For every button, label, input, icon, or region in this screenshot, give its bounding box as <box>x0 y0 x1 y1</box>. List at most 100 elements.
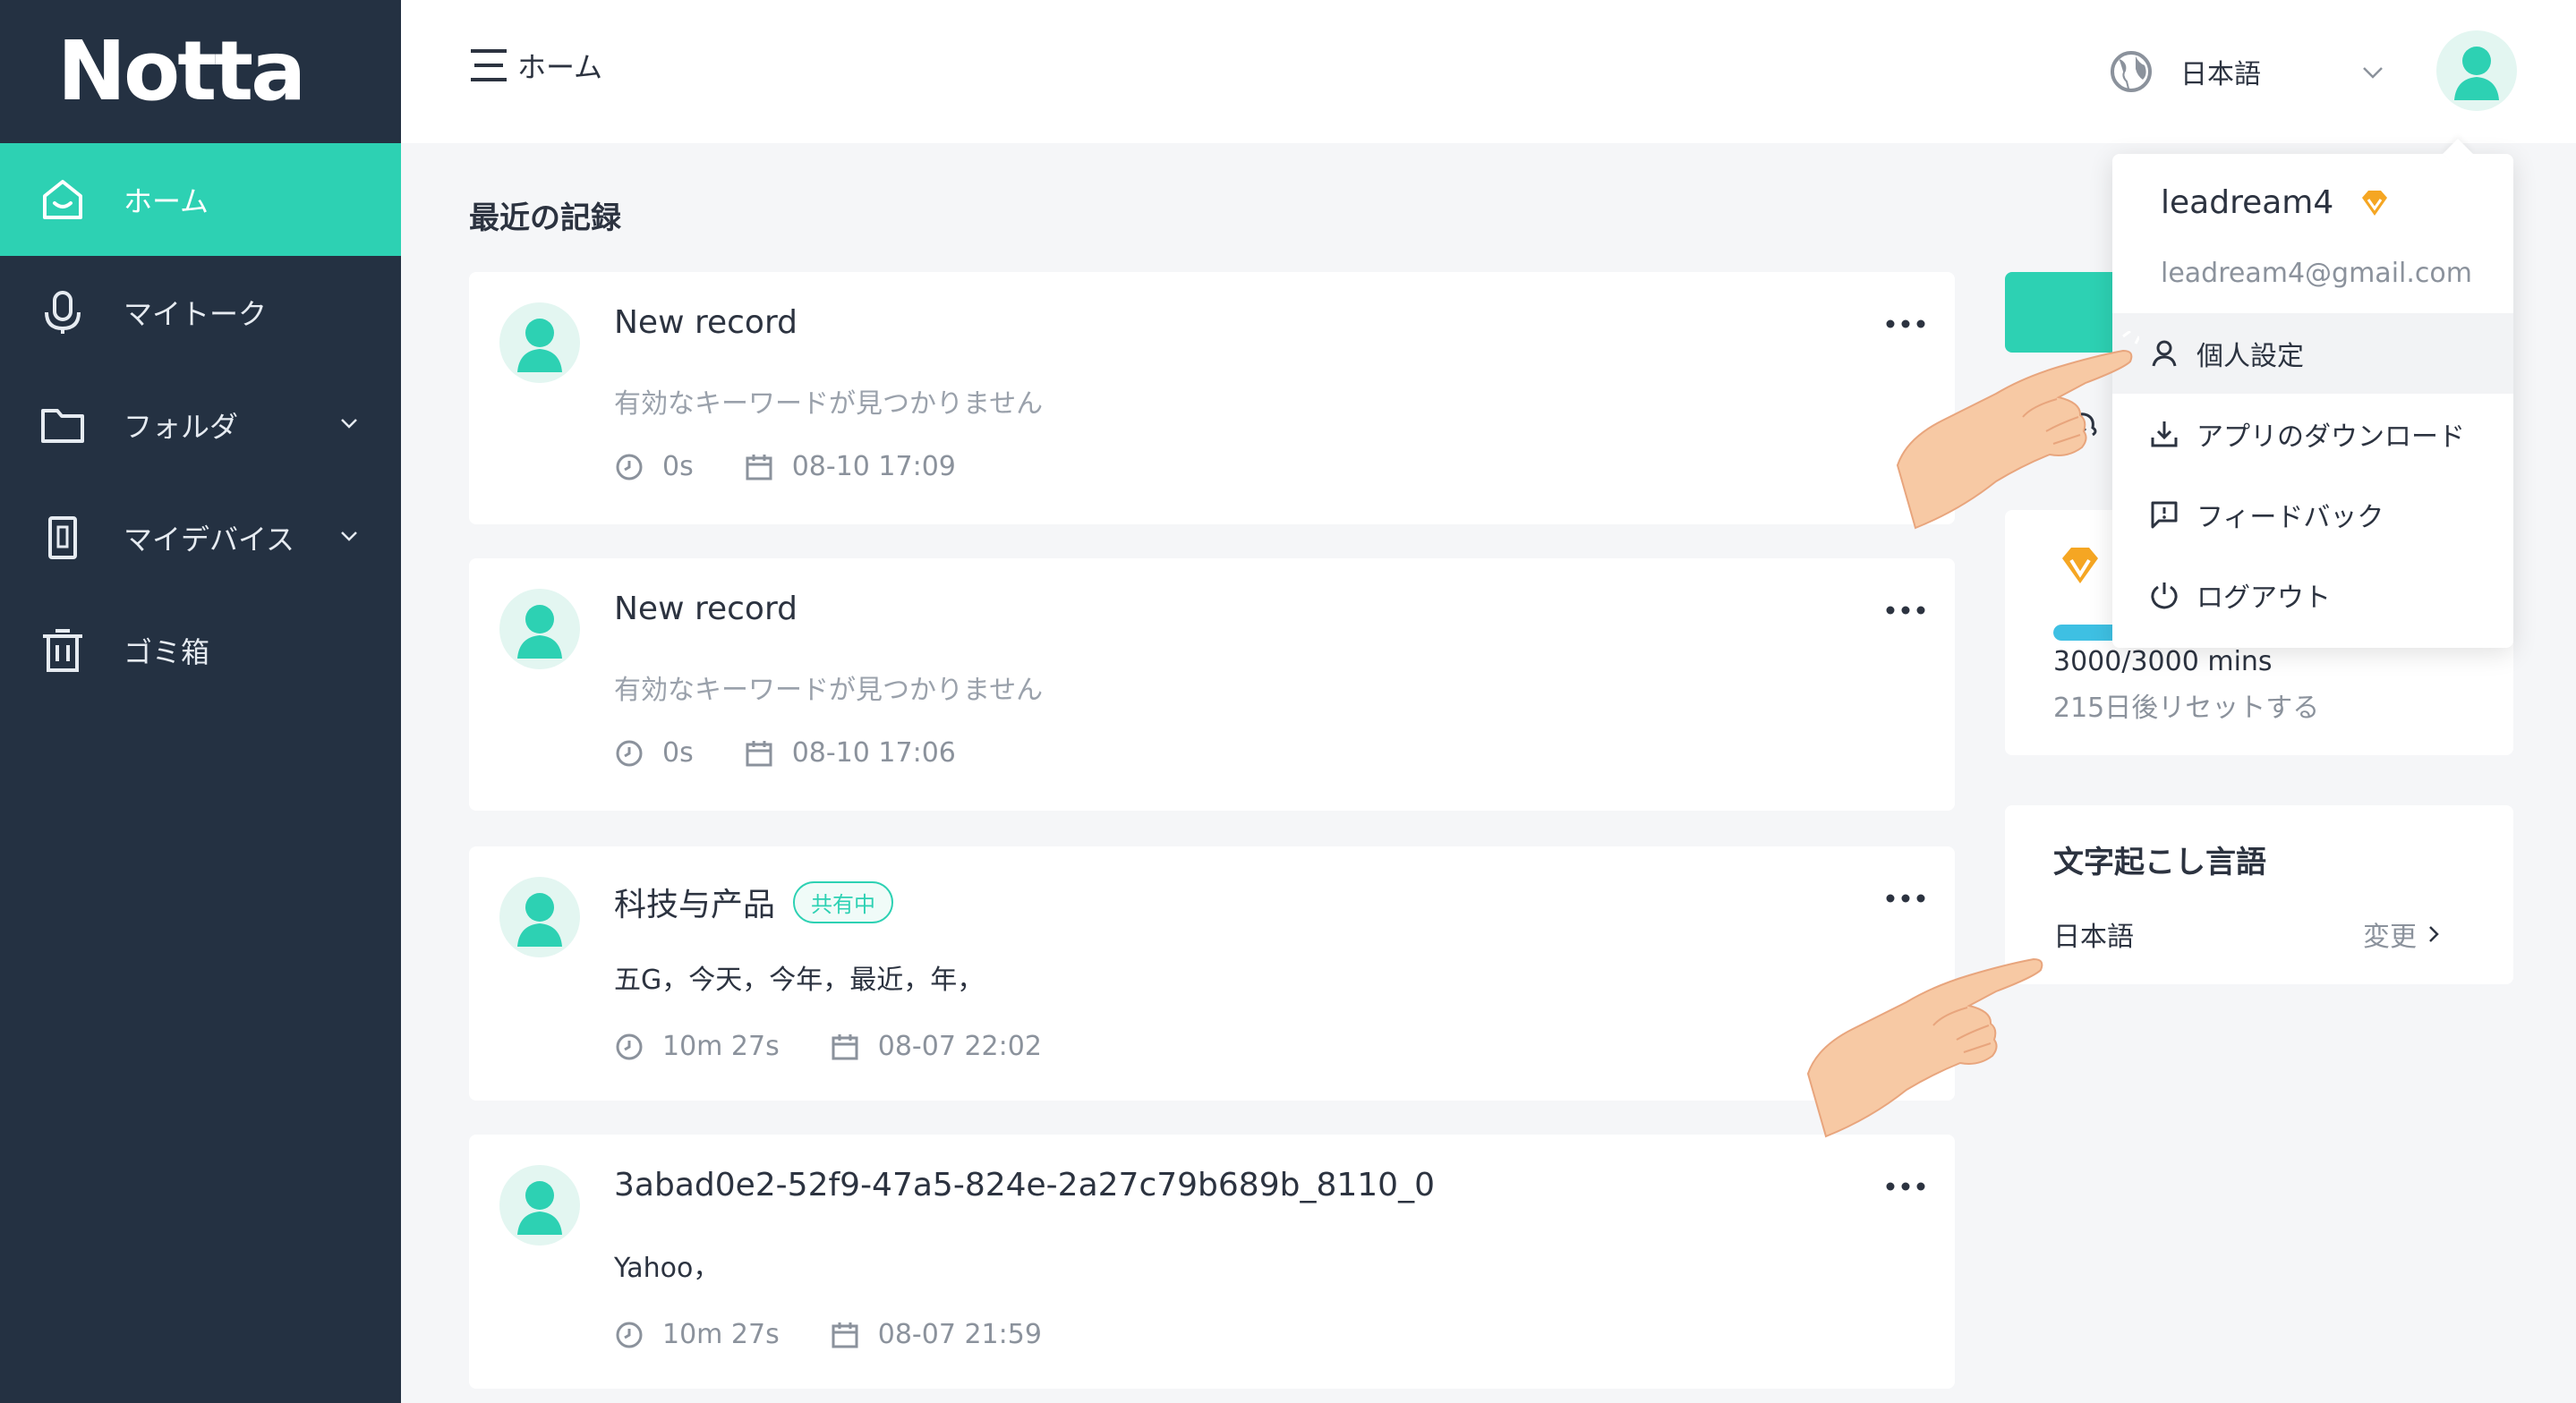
record-meta: 10m 27s 08-07 22:02 <box>614 1031 1042 1062</box>
menu-item-logout[interactable]: ログアウト <box>2112 555 2513 635</box>
sidebar-item-label: ホーム <box>124 184 209 218</box>
menu-item-label: フィードバック <box>2196 502 2384 533</box>
calendar-icon <box>746 454 772 480</box>
language-select[interactable]: 日本語 <box>2109 45 2386 98</box>
device-icon <box>48 516 77 559</box>
record-title[interactable]: New record <box>614 591 798 627</box>
record-date: 08-10 17:09 <box>791 451 956 482</box>
premium-gem-icon <box>2062 548 2098 583</box>
calendar-icon <box>832 1322 858 1348</box>
chevron-down-icon[interactable] <box>338 525 360 547</box>
record-avatar <box>499 877 580 957</box>
globe-icon <box>2111 51 2152 92</box>
record-date: 08-10 17:06 <box>791 737 956 769</box>
more-options-icon[interactable] <box>1883 1176 1928 1197</box>
section-title: 最近の記録 <box>469 200 621 236</box>
download-icon <box>2151 421 2178 447</box>
premium-gem-icon <box>2362 190 2388 216</box>
record-title-text: 科技与产品 <box>614 887 776 923</box>
record-date: 08-07 21:59 <box>877 1319 1042 1350</box>
microphone-icon <box>45 291 81 334</box>
record-duration: 0s <box>662 737 694 769</box>
record-date: 08-07 22:02 <box>877 1031 1042 1062</box>
sidebar-item-my-device[interactable]: マイデバイス <box>0 481 401 594</box>
user-avatar[interactable] <box>2436 30 2517 111</box>
sidebar-item-label: マイデバイス <box>124 523 295 557</box>
menu-item-app-download[interactable]: アプリのダウンロード <box>2112 394 2513 474</box>
record-avatar <box>499 1165 580 1246</box>
sidebar: Notta ホーム マイトーク フォルダ マイデバイス ゴミ箱 <box>0 0 401 1403</box>
record-card[interactable]: 3abad0e2-52f9-47a5-824e-2a27c79b689b_811… <box>469 1135 1955 1389</box>
record-title-text: New record <box>614 304 798 341</box>
record-title-text: 3abad0e2-52f9-47a5-824e-2a27c79b689b_811… <box>614 1167 1435 1203</box>
menu-item-label: 個人設定 <box>2196 341 2304 372</box>
record-snippet: 有効なキーワードが見つかりません <box>614 675 1044 706</box>
record-avatar <box>499 302 580 383</box>
menu-item-label: アプリのダウンロード <box>2196 421 2465 453</box>
clock-icon <box>616 454 643 480</box>
record-title[interactable]: 3abad0e2-52f9-47a5-824e-2a27c79b689b_811… <box>614 1167 1435 1203</box>
avatar-person-icon <box>517 893 562 947</box>
sidebar-item-folder[interactable]: フォルダ <box>0 369 401 481</box>
logo-text: Notta <box>57 23 306 119</box>
record-snippet: 五G，今天，今年，最近，年， <box>614 965 985 996</box>
avatar-person-icon <box>517 319 562 372</box>
calendar-icon <box>746 740 772 766</box>
language-label: 日本語 <box>2180 59 2261 90</box>
calendar-icon <box>832 1033 858 1059</box>
menu-toggle-button[interactable]: ホーム <box>469 45 602 86</box>
more-options-icon[interactable] <box>1883 888 1928 909</box>
record-title[interactable]: New record <box>614 304 798 341</box>
power-icon <box>2151 582 2178 609</box>
avatar-person-icon <box>517 605 562 659</box>
change-language-link[interactable]: 変更 <box>2363 914 2444 954</box>
record-meta: 0s 08-10 17:06 <box>614 737 956 769</box>
sidebar-item-my-talk[interactable]: マイトーク <box>0 256 401 369</box>
sidebar-item-trash[interactable]: ゴミ箱 <box>0 594 401 707</box>
sidebar-item-home[interactable]: ホーム <box>0 143 401 256</box>
user-icon <box>2152 340 2177 367</box>
menu-item-personal-settings[interactable]: 個人設定 <box>2112 313 2513 394</box>
record-card[interactable]: New record 有効なキーワードが見つかりません 0s 08-10 17:… <box>469 558 1955 811</box>
account-email: leadream4@gmail.com <box>2161 258 2472 289</box>
sidebar-item-label: ゴミ箱 <box>124 635 210 669</box>
chevron-right-icon <box>2429 926 2439 942</box>
breadcrumb-home: ホーム <box>517 50 603 84</box>
chevron-down-icon[interactable] <box>338 412 360 434</box>
record-card[interactable]: New record 有効なキーワードが見つかりません 0s 08-10 17:… <box>469 272 1955 524</box>
avatar-person-icon <box>2454 47 2499 100</box>
folder-icon <box>41 409 84 443</box>
clock-icon <box>616 1033 643 1059</box>
menu-item-feedback[interactable]: フィードバック <box>2112 474 2513 555</box>
record-duration: 0s <box>662 451 694 482</box>
account-username: leadream4 <box>2161 184 2391 221</box>
record-title-text: New record <box>614 591 798 627</box>
record-meta: 10m 27s 08-07 21:59 <box>614 1319 1042 1350</box>
sidebar-item-label: フォルダ <box>124 410 239 444</box>
sidebar-item-label: マイトーク <box>124 297 268 331</box>
pointing-hand-icon <box>1896 331 2139 530</box>
more-options-icon[interactable] <box>1883 599 1928 621</box>
home-icon <box>43 180 82 219</box>
sidebar-nav: ホーム マイトーク フォルダ マイデバイス ゴミ箱 <box>0 143 401 707</box>
record-card[interactable]: 科技与产品 共有中 五G，今天，今年，最近，年， 10m 27s 08-07 2… <box>469 846 1955 1101</box>
record-duration: 10m 27s <box>662 1031 780 1062</box>
transcription-language-value: 日本語 <box>2053 922 2134 953</box>
record-title[interactable]: 科技与产品 共有中 <box>614 879 894 925</box>
pointing-hand-icon <box>1806 957 2043 1138</box>
transcription-language-title: 文字起こし言語 <box>2053 845 2266 880</box>
record-duration: 10m 27s <box>662 1319 780 1350</box>
notta-logo[interactable]: Notta <box>57 23 306 119</box>
top-bar: ホーム 日本語 <box>401 0 2576 143</box>
change-language-label: 変更 <box>2363 922 2417 953</box>
username-text: leadream4 <box>2161 184 2334 221</box>
record-snippet: Yahoo， <box>614 1253 721 1284</box>
clock-icon <box>616 1322 643 1348</box>
dropdown-caret <box>2443 139 2473 169</box>
record-meta: 0s 08-10 17:09 <box>614 451 956 482</box>
account-dropdown-menu: leadream4 leadream4@gmail.com 個人設定 アプリのダ… <box>2112 139 2513 648</box>
menu-item-label: ログアウト <box>2196 582 2331 614</box>
hamburger-icon <box>471 49 507 81</box>
usage-reset-text: 215日後リセットする <box>2053 693 2320 724</box>
shared-badge: 共有中 <box>793 880 894 923</box>
